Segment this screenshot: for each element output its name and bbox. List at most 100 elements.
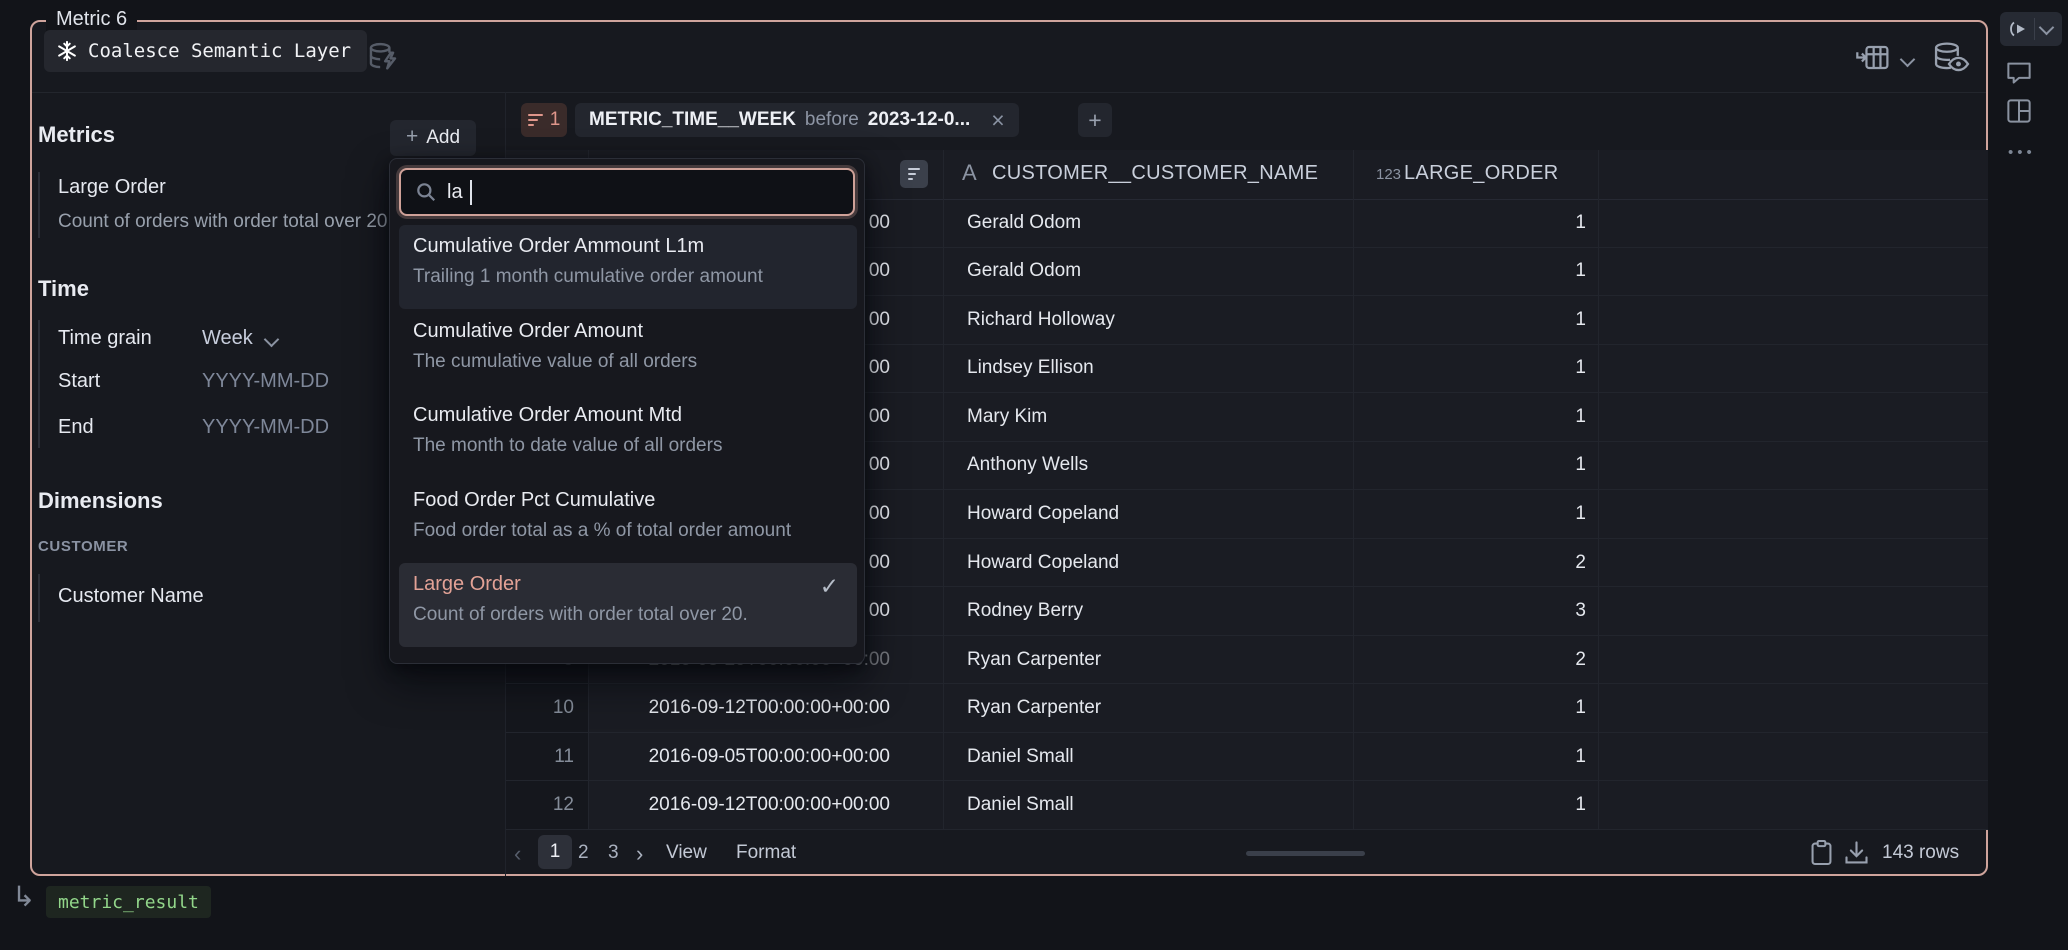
metric-option-title: Food Order Pct Cumulative xyxy=(413,489,843,512)
metric-option-cumulative-order-ammount-l1m[interactable]: Cumulative Order Ammount L1m Trailing 1 m… xyxy=(399,225,857,309)
database-lightning-icon[interactable] xyxy=(366,40,400,74)
filter-count-chip[interactable]: 1 xyxy=(521,103,567,137)
cell-customer-name: Anthony Wells xyxy=(943,454,1353,476)
column-header-customer-name[interactable]: CUSTOMER__CUSTOMER_NAME xyxy=(992,162,1318,185)
cell-large-order: 2 xyxy=(1353,649,1598,671)
cell-customer-name: Mary Kim xyxy=(943,406,1353,428)
selected-check-icon: ✓ xyxy=(820,573,839,600)
dimension-group-label: CUSTOMER xyxy=(38,538,128,555)
page-button-2[interactable]: 2 xyxy=(578,842,589,864)
run-options-chevron-icon[interactable] xyxy=(2039,20,2055,36)
metric-option-title: Cumulative Order Ammount L1m xyxy=(413,235,843,258)
metric-option-description: The month to date value of all orders xyxy=(413,435,843,457)
table-row: 102016-09-12T00:00:00+00:00Ryan Carpente… xyxy=(506,684,1988,733)
cell-metric-time-week: 2016-09-12T00:00:00+00:00 xyxy=(588,794,943,816)
filter-value: 2023-12-0... xyxy=(868,109,970,131)
dimensions-heading: Dimensions xyxy=(38,488,163,514)
row-number: 10 xyxy=(506,697,588,719)
row-count: 143 rows xyxy=(1882,842,1959,864)
page-button-1[interactable]: 1 xyxy=(538,835,572,869)
number-type-icon: 123 xyxy=(1376,166,1401,183)
start-date-input[interactable]: YYYY-MM-DD xyxy=(202,370,329,393)
filter-operator: before xyxy=(805,109,859,131)
plus-icon: + xyxy=(406,125,418,149)
metric-option-food-order-pct-cumulative[interactable]: Food Order Pct Cumulative Food order tota… xyxy=(399,479,857,563)
page-button-3[interactable]: 3 xyxy=(608,842,619,864)
layout-icon[interactable] xyxy=(2006,98,2032,124)
metric-option-title: Large Order xyxy=(413,573,843,596)
end-date-input[interactable]: YYYY-MM-DD xyxy=(202,416,329,439)
output-chevron-icon[interactable] xyxy=(1902,52,1913,70)
metrics-heading: Metrics xyxy=(38,122,115,148)
filter-chip[interactable]: METRIC_TIME__WEEK before 2023-12-0... × xyxy=(575,103,1019,137)
dimension-item[interactable]: Customer Name xyxy=(58,585,204,608)
time-grain-select[interactable]: Week xyxy=(202,327,253,350)
cell-large-order: 2 xyxy=(1353,552,1598,574)
metric-option-cumulative-order-amount[interactable]: Cumulative Order Amount The cumulative va… xyxy=(399,310,857,394)
view-query-icon[interactable] xyxy=(1932,41,1970,72)
metric-option-description: The cumulative value of all orders xyxy=(413,351,843,373)
cell-customer-name: Gerald Odom xyxy=(943,212,1353,234)
end-label: End xyxy=(58,416,94,439)
cell-large-order: 3 xyxy=(1353,600,1598,622)
metric-search-box[interactable] xyxy=(399,168,855,216)
cell-customer-name: Daniel Small xyxy=(943,746,1353,768)
metric-option-title: Cumulative Order Amount xyxy=(413,320,843,343)
snowflake-icon xyxy=(56,40,78,62)
download-icon[interactable] xyxy=(1844,841,1869,865)
cell-large-order: 1 xyxy=(1353,309,1598,331)
text-cursor xyxy=(470,180,472,205)
remove-filter-icon[interactable]: × xyxy=(991,109,1004,132)
search-icon xyxy=(415,181,437,203)
copy-icon[interactable] xyxy=(1810,839,1833,866)
run-cell-button[interactable] xyxy=(2000,12,2062,46)
result-variable-chip[interactable]: metric_result xyxy=(46,886,211,918)
source-chip-label: Coalesce Semantic Layer xyxy=(88,40,351,62)
metric-option-large-order[interactable]: Large Order Count of orders with order to… xyxy=(399,563,857,647)
dimensions-indent-line xyxy=(38,574,40,622)
time-grain-label: Time grain xyxy=(58,327,152,350)
metric-option-description: Food order total as a % of total order a… xyxy=(413,520,843,542)
selected-metric-name[interactable]: Large Order xyxy=(58,176,166,199)
cell-title[interactable]: Metric 6 xyxy=(46,6,137,32)
metric-option-description: Trailing 1 month cumulative order amount xyxy=(413,266,843,288)
column-filter-button[interactable] xyxy=(900,160,928,188)
add-metric-button[interactable]: + Add xyxy=(390,120,476,156)
cell-large-order: 1 xyxy=(1353,406,1598,428)
cell-large-order: 1 xyxy=(1353,794,1598,816)
cell-large-order: 1 xyxy=(1353,454,1598,476)
format-tab[interactable]: Format xyxy=(736,842,796,864)
cell-customer-name: Ryan Carpenter xyxy=(943,649,1353,671)
add-filter-button[interactable]: + xyxy=(1078,103,1112,137)
view-tab[interactable]: View xyxy=(666,842,707,864)
table-row: 122016-09-12T00:00:00+00:00Daniel Small1 xyxy=(506,781,1988,830)
cell-metric-time-week: 2016-09-05T00:00:00+00:00 xyxy=(588,746,943,768)
metric-option-title: Cumulative Order Amount Mtd xyxy=(413,404,843,427)
prev-page-button[interactable]: ‹ xyxy=(514,841,521,867)
cell-customer-name: Gerald Odom xyxy=(943,260,1353,282)
filter-field: METRIC_TIME__WEEK xyxy=(589,109,796,131)
selected-metric-description: Count of orders with order total over 20… xyxy=(58,211,393,233)
filter-icon xyxy=(528,114,543,126)
comment-icon[interactable] xyxy=(2006,60,2032,85)
metric-search-input[interactable] xyxy=(447,181,469,204)
row-number: 12 xyxy=(506,794,588,816)
horizontal-scrollbar[interactable] xyxy=(1246,851,1365,856)
cell-customer-name: Daniel Small xyxy=(943,794,1353,816)
start-label: Start xyxy=(58,370,100,393)
cell-customer-name: Howard Copeland xyxy=(943,552,1353,574)
cell-large-order: 1 xyxy=(1353,697,1598,719)
metric-option-description: Count of orders with order total over 20… xyxy=(413,604,843,626)
source-chip[interactable]: Coalesce Semantic Layer xyxy=(44,30,367,72)
column-header-large-order[interactable]: LARGE_ORDER xyxy=(1404,162,1558,185)
time-heading: Time xyxy=(38,276,89,302)
cell-customer-name: Lindsey Ellison xyxy=(943,357,1353,379)
metric-option-cumulative-order-amount-mtd[interactable]: Cumulative Order Amount Mtd The month to … xyxy=(399,394,857,478)
return-arrow-icon: ↳ xyxy=(12,880,35,913)
row-number: 11 xyxy=(506,746,588,768)
output-table-icon[interactable] xyxy=(1856,44,1890,71)
column-filter-icon xyxy=(908,168,920,180)
metric-search-dropdown: Cumulative Order Ammount L1m Trailing 1 m… xyxy=(389,158,865,664)
more-options-icon[interactable]: ••• xyxy=(2008,144,2036,161)
next-page-button[interactable]: › xyxy=(636,841,643,867)
